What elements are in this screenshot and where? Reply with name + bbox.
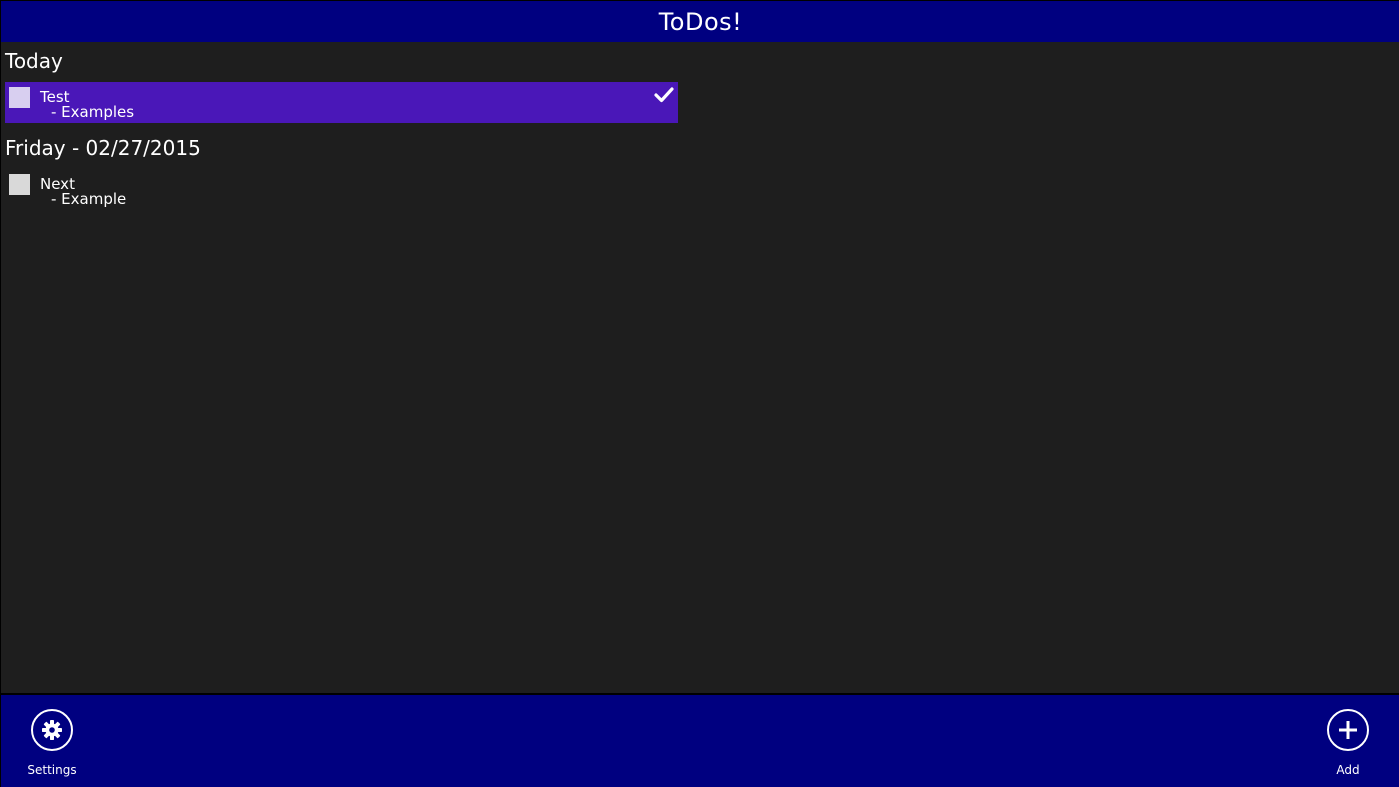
todo-item-test[interactable]: Test - Examples bbox=[5, 82, 678, 123]
add-label: Add bbox=[1336, 763, 1360, 777]
plus-icon bbox=[1339, 721, 1357, 739]
add-button-circle[interactable] bbox=[1327, 709, 1369, 751]
settings-button[interactable]: Settings bbox=[7, 709, 97, 779]
todo-checkbox[interactable] bbox=[9, 87, 30, 108]
app-title: ToDos! bbox=[658, 7, 743, 36]
todo-item-next[interactable]: Next - Example bbox=[5, 169, 678, 210]
settings-label: Settings bbox=[27, 763, 77, 777]
checkmark-icon bbox=[654, 87, 674, 103]
todo-item-subtitle: - Examples bbox=[51, 103, 135, 121]
todo-item-subtitle: - Example bbox=[51, 190, 127, 208]
bottom-app-bar: Settings Add bbox=[1, 693, 1399, 787]
gear-icon bbox=[42, 720, 62, 740]
group-header-today: Today bbox=[5, 49, 63, 73]
group-header-friday: Friday - 02/27/2015 bbox=[5, 136, 201, 160]
todo-checkbox[interactable] bbox=[9, 174, 30, 195]
settings-button-circle[interactable] bbox=[31, 709, 73, 751]
todo-list: Today Test - Examples Friday - 02/27/201… bbox=[1, 42, 1399, 693]
todos-app: ToDos! Today Test - Examples Friday - 02… bbox=[0, 0, 1399, 787]
title-bar: ToDos! bbox=[1, 1, 1399, 42]
add-button[interactable]: Add bbox=[1303, 709, 1393, 779]
